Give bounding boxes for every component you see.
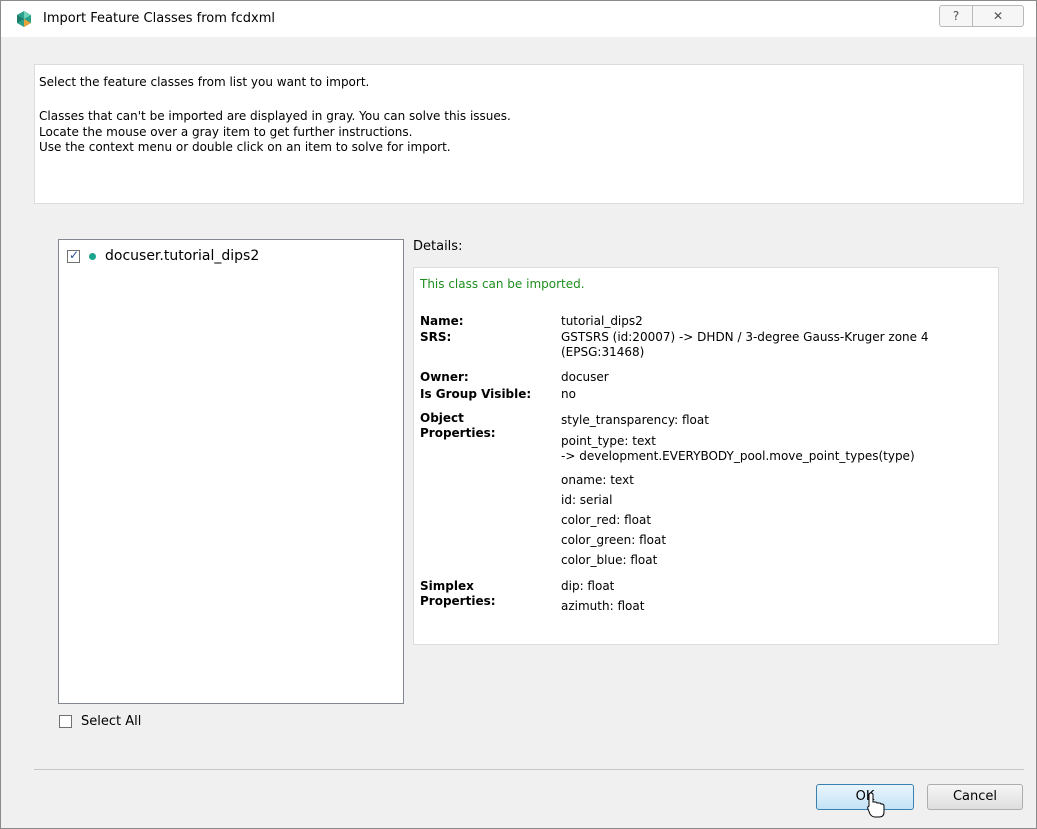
details-panel: This class can be imported. Name: tutori…	[413, 267, 999, 645]
name-key: Name:	[420, 314, 464, 328]
object-properties-key: Object	[420, 411, 464, 425]
instruction-line: Classes that can't be imported are displ…	[39, 109, 511, 123]
dialog-window: Import Feature Classes from fcdxml ? ✕ S…	[0, 0, 1037, 829]
object-property: color_blue: float	[561, 553, 658, 567]
import-status-text: This class can be imported.	[420, 277, 585, 291]
instruction-line: Select the feature classes from list you…	[39, 75, 370, 89]
group-visible-key: Is Group Visible:	[420, 387, 532, 401]
object-property: color_red: float	[561, 513, 652, 527]
name-value: tutorial_dips2	[561, 314, 643, 328]
status-dot-icon	[89, 252, 96, 260]
button-separator	[34, 769, 1024, 770]
cancel-button[interactable]: Cancel	[927, 784, 1023, 810]
close-button[interactable]: ✕	[972, 5, 1024, 27]
simplex-property: azimuth: float	[561, 599, 645, 613]
object-property: -> development.EVERYBODY_pool.move_point…	[561, 449, 915, 463]
owner-key: Owner:	[420, 370, 469, 384]
owner-value: docuser	[561, 370, 609, 384]
srs-key: SRS:	[420, 330, 452, 344]
ok-button[interactable]: OK	[816, 784, 914, 810]
simplex-properties-key-cont: Properties:	[420, 594, 496, 608]
details-heading: Details:	[413, 239, 463, 254]
srs-value-cont: (EPSG:31468)	[561, 345, 645, 359]
instruction-line: Use the context menu or double click on …	[39, 140, 451, 154]
class-name-label: docuser.tutorial_dips2	[105, 248, 260, 264]
object-property: oname: text	[561, 473, 634, 487]
help-button[interactable]: ?	[939, 5, 973, 27]
group-visible-value: no	[561, 387, 576, 401]
object-property: style_transparency: float	[561, 413, 709, 427]
instructions-panel: Select the feature classes from list you…	[34, 64, 1024, 204]
app-icon	[15, 10, 33, 28]
simplex-properties-key: Simplex	[420, 579, 474, 593]
srs-value: GSTSRS (id:20007) -> DHDN / 3-degree Gau…	[561, 330, 929, 344]
class-checkbox[interactable]	[67, 248, 80, 263]
object-property: point_type: text	[561, 434, 656, 448]
mouse-cursor-icon	[867, 791, 887, 819]
instruction-line: Locate the mouse over a gray item to get…	[39, 125, 413, 139]
feature-class-list[interactable]: docuser.tutorial_dips2	[58, 239, 404, 704]
select-all-control[interactable]: Select All	[59, 714, 141, 729]
object-property: color_green: float	[561, 533, 667, 547]
select-all-checkbox[interactable]	[59, 715, 72, 728]
object-property: id: serial	[561, 493, 613, 507]
simplex-property: dip: float	[561, 579, 615, 593]
object-properties-key-cont: Properties:	[420, 426, 496, 440]
list-item[interactable]: docuser.tutorial_dips2	[67, 247, 259, 265]
title-bar: Import Feature Classes from fcdxml ? ✕	[1, 1, 1036, 37]
select-all-label: Select All	[81, 714, 142, 729]
window-title: Import Feature Classes from fcdxml	[43, 11, 275, 26]
